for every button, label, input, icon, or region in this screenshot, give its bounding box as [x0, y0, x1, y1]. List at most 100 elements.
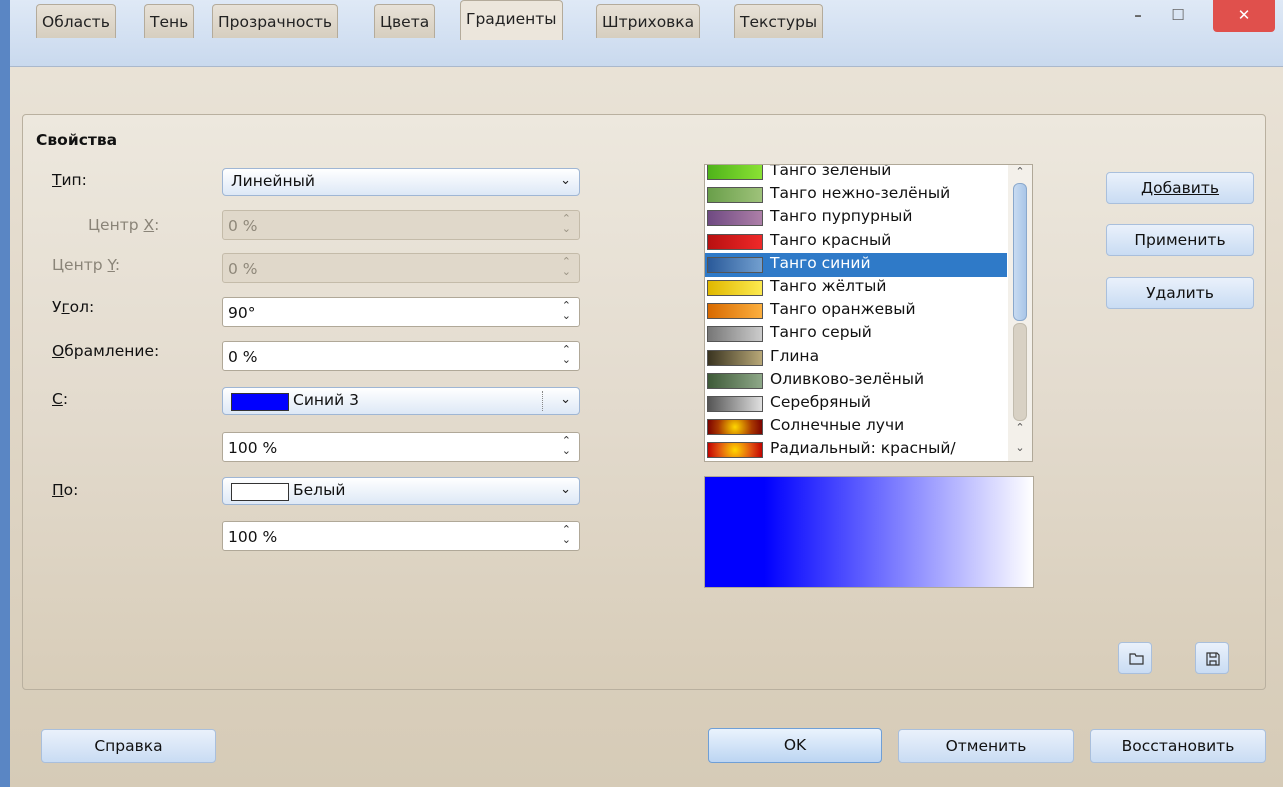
- minimize-button[interactable]: –: [1118, 0, 1158, 32]
- cancel-button[interactable]: Отменить: [898, 729, 1074, 763]
- gradient-name: Танго зелёный: [770, 164, 892, 179]
- ok-button[interactable]: OK: [708, 728, 882, 763]
- gradient-name: Танго серый: [770, 323, 872, 342]
- gradient-swatch: [707, 303, 763, 320]
- tab-transparency[interactable]: Прозрачность: [212, 4, 339, 38]
- tab-hatching[interactable]: Штриховка: [596, 4, 701, 38]
- gradient-name: Радиальный: красный/: [770, 439, 956, 458]
- delete-button[interactable]: Удалить: [1106, 277, 1254, 309]
- apply-button[interactable]: Применить: [1106, 224, 1254, 256]
- to-intensity-spinbox[interactable]: 100 % ⌃ ⌄: [222, 521, 580, 551]
- from-intensity-value: 100 %: [228, 439, 278, 457]
- list-scrollbar[interactable]: ⌃ ⌃ ⌄: [1008, 165, 1032, 461]
- scroll-down-icon[interactable]: ⌄: [1008, 441, 1032, 454]
- reset-button[interactable]: Восстановить: [1090, 729, 1266, 763]
- border-spinbox[interactable]: 0 % ⌃ ⌄: [222, 341, 580, 371]
- gradients-panel: [22, 114, 1266, 690]
- angle-value: 90°: [228, 304, 256, 322]
- spin-arrows-icon: ⌃ ⌄: [561, 212, 571, 235]
- center-x-value: 0 %: [228, 217, 258, 235]
- gradient-name: Танго красный: [770, 230, 892, 249]
- gradient-list-item[interactable]: Танго жёлтый: [705, 276, 1007, 300]
- center-y-value: 0 %: [228, 260, 258, 278]
- gradient-list-item[interactable]: Оливково-зелёный: [705, 369, 1007, 393]
- chevron-down-icon: ⌄: [560, 392, 571, 407]
- angle-label: Угол:: [52, 298, 95, 316]
- to-color-value: Белый: [293, 481, 346, 499]
- gradient-swatch: [707, 165, 763, 180]
- gradient-list-item[interactable]: Танго пурпурный: [705, 206, 1007, 230]
- tab-area[interactable]: Область: [36, 4, 116, 38]
- gradient-name: Танго жёлтый: [770, 277, 887, 295]
- gradient-list-item[interactable]: Танго оранжевый: [705, 299, 1007, 323]
- gradient-swatch: [707, 419, 763, 436]
- center-x-spinbox[interactable]: 0 % ⌃ ⌄: [222, 210, 580, 240]
- to-color-dropdown[interactable]: Белый ⌄: [222, 477, 580, 505]
- gradient-swatch: [707, 396, 763, 412]
- type-value: Линейный: [231, 172, 315, 190]
- spin-arrows-icon: ⌃ ⌄: [561, 299, 571, 322]
- gradient-list-item[interactable]: Танго зелёный: [705, 164, 1007, 184]
- spin-arrows-icon: ⌃ ⌄: [561, 255, 571, 278]
- to-color-swatch: [231, 483, 289, 501]
- chevron-down-icon: ⌄: [560, 482, 571, 497]
- maximize-button[interactable]: ☐: [1158, 0, 1198, 32]
- gradient-swatch: [707, 326, 763, 343]
- gradient-swatch: [707, 210, 763, 227]
- folder-icon: [1129, 653, 1144, 665]
- gradient-list[interactable]: Танго зелёный Танго нежно-зелёный Танго пу…: [704, 164, 1033, 462]
- spin-arrows-icon: ⌃ ⌄: [561, 523, 571, 546]
- gradient-list-item[interactable]: Танго синий: [705, 252, 1007, 277]
- from-intensity-spinbox[interactable]: 100 % ⌃ ⌄: [222, 432, 580, 462]
- scrollbar-thumb[interactable]: [1013, 183, 1027, 321]
- help-button[interactable]: Справка: [41, 729, 216, 763]
- gradient-name: Танго синий: [770, 253, 871, 272]
- gradient-name: Танго нежно-зелёный: [770, 184, 951, 203]
- gradient-name: Танго оранжевый: [770, 300, 916, 319]
- gradient-list-item[interactable]: Танго нежно-зелёный: [705, 183, 1007, 207]
- scroll-up-icon-lower[interactable]: ⌃: [1008, 421, 1032, 434]
- gradient-swatch: [707, 233, 763, 250]
- gradient-list-item[interactable]: Танго серый: [705, 322, 1007, 346]
- gradient-swatch: [707, 256, 763, 273]
- gradient-swatch: [707, 280, 763, 296]
- from-color-value: Синий 3: [293, 391, 359, 409]
- gradient-list-item[interactable]: Солнечные лучи: [705, 415, 1007, 439]
- save-gradients-button[interactable]: [1195, 642, 1229, 674]
- to-label: По:: [52, 481, 79, 499]
- center-y-spinbox[interactable]: 0 % ⌃ ⌄: [222, 253, 580, 283]
- angle-spinbox[interactable]: 90° ⌃ ⌄: [222, 297, 580, 327]
- gradient-list-item[interactable]: Глина: [705, 346, 1007, 370]
- spin-arrows-icon: ⌃ ⌄: [561, 434, 571, 457]
- gradient-list-item[interactable]: Радиальный: красный/: [705, 438, 1007, 461]
- gradient-swatch: [707, 187, 763, 204]
- type-dropdown[interactable]: Линейный ⌄: [222, 168, 580, 196]
- gradient-preview: [704, 476, 1034, 588]
- from-label: С:: [52, 390, 69, 408]
- tab-colors[interactable]: Цвета: [374, 4, 436, 38]
- load-gradients-button[interactable]: [1118, 642, 1152, 674]
- chevron-down-icon: ⌄: [560, 173, 571, 188]
- scroll-up-icon[interactable]: ⌃: [1008, 165, 1032, 178]
- spin-arrows-icon: ⌃ ⌄: [561, 343, 571, 366]
- to-intensity-value: 100 %: [228, 528, 278, 546]
- center-x-label: Центр X:: [88, 216, 160, 234]
- gradient-name: Глина: [770, 346, 820, 365]
- gradient-name: Танго пурпурный: [770, 207, 913, 226]
- close-button[interactable]: ✕: [1213, 0, 1275, 32]
- gradient-list-item[interactable]: Танго красный: [705, 230, 1007, 254]
- tab-bitmaps[interactable]: Текстуры: [734, 4, 824, 38]
- gradient-name: Серебряный: [770, 393, 871, 411]
- border-label: Обрамление:: [52, 342, 160, 360]
- gradient-list-item[interactable]: Серебряный: [705, 392, 1007, 416]
- gradient-name: Оливково-зелёный: [770, 369, 925, 388]
- add-button[interactable]: Добавить: [1106, 172, 1254, 204]
- tab-shadow[interactable]: Тень: [144, 4, 195, 38]
- gradient-swatch: [707, 349, 763, 366]
- center-y-label: Центр Y:: [52, 256, 121, 274]
- from-color-dropdown[interactable]: Синий 3 ⌄: [222, 387, 580, 415]
- from-color-swatch: [231, 393, 289, 411]
- properties-heading: Свойства: [36, 131, 118, 149]
- gradient-name: Солнечные лучи: [770, 416, 905, 435]
- tab-gradients[interactable]: Градиенты: [460, 0, 563, 40]
